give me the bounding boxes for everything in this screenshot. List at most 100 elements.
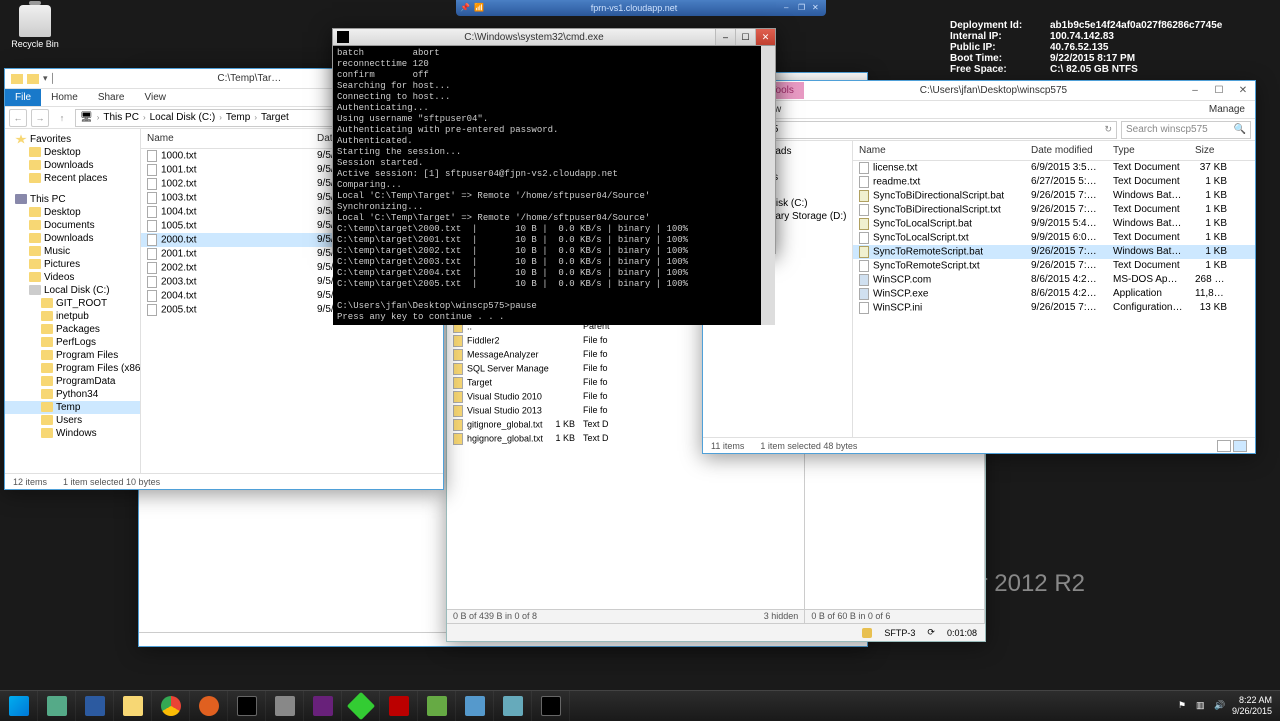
taskbar-server-manager[interactable]	[38, 691, 76, 721]
nav-item[interactable]: Python34	[5, 388, 140, 401]
list-item[interactable]: SyncToLocalScript.txt9/9/2015 6:08 PMTex…	[853, 231, 1255, 245]
rdp-connection-bar[interactable]: 📌 📶 fprn-vs1.cloudapp.net – ❐ ✕	[456, 0, 826, 16]
col-date[interactable]: Date modified	[1025, 143, 1107, 158]
taskbar[interactable]: ⚑ ▥ 🔊 8:22 AM 9/26/2015	[0, 690, 1280, 720]
nav-item[interactable]: Users	[5, 414, 140, 427]
nav-desktop[interactable]: Desktop	[5, 146, 140, 159]
scrollbar[interactable]	[761, 46, 775, 325]
search-icon[interactable]: 🔍	[1234, 124, 1246, 135]
taskbar-filezilla[interactable]	[380, 691, 418, 721]
nav-this-pc[interactable]: This PC	[5, 193, 140, 206]
nav-local-disk[interactable]: Local Disk (C:)	[5, 284, 140, 297]
restore-icon[interactable]: ❐	[798, 3, 808, 13]
tab-view[interactable]: View	[135, 89, 177, 106]
explorer-window-winscp[interactable]: Application Tools C:\Users\jfan\Desktop\…	[702, 80, 1256, 454]
taskbar-app[interactable]	[190, 691, 228, 721]
list-item[interactable]: WinSCP.ini9/26/2015 7:54 PMConfiguration…	[853, 301, 1255, 315]
breadcrumb[interactable]: Target	[261, 112, 289, 123]
taskbar-powershell[interactable]	[76, 691, 114, 721]
pin-icon[interactable]: 📌	[460, 3, 470, 13]
file-tab[interactable]: File	[5, 89, 41, 106]
minimize-button[interactable]: –	[715, 29, 735, 45]
close-button[interactable]: ✕	[755, 29, 775, 45]
nav-item[interactable]: ProgramData	[5, 375, 140, 388]
nav-item[interactable]: Windows	[5, 427, 140, 440]
nav-item[interactable]: Downloads	[5, 232, 140, 245]
nav-item[interactable]: Videos	[5, 271, 140, 284]
nav-item[interactable]: Pictures	[5, 258, 140, 271]
search-box[interactable]: Search winscp575 🔍	[1121, 121, 1251, 139]
nav-item[interactable]: Program Files	[5, 349, 140, 362]
taskbar-winscp[interactable]	[494, 691, 532, 721]
close-icon[interactable]: ✕	[812, 3, 822, 13]
list-item[interactable]: WinSCP.com8/6/2015 4:23 PMMS-DOS Applica…	[853, 273, 1255, 287]
list-item[interactable]: SyncToRemoteScript.bat9/26/2015 7:59 PMW…	[853, 245, 1255, 259]
taskbar-clock[interactable]: 8:22 AM 9/26/2015	[1232, 695, 1272, 717]
tray-flag-icon[interactable]: ⚑	[1178, 700, 1190, 712]
taskbar-cmd[interactable]	[228, 691, 266, 721]
terminal-output[interactable]: batch abort reconnecttime 120 confirm of…	[333, 46, 761, 325]
breadcrumb[interactable]: Local Disk (C:)	[150, 112, 216, 123]
nav-item[interactable]: Program Files (x86)	[5, 362, 140, 375]
ribbon: Share View Manage	[703, 101, 1255, 119]
col-type[interactable]: Type	[1107, 143, 1189, 158]
breadcrumb[interactable]: Temp	[226, 112, 250, 123]
icons-view-icon[interactable]	[1233, 440, 1247, 452]
list-item[interactable]: SyncToBiDirectionalScript.txt9/26/2015 7…	[853, 203, 1255, 217]
taskbar-explorer[interactable]	[114, 691, 152, 721]
back-button[interactable]: ←	[9, 109, 27, 127]
nav-item[interactable]: GIT_ROOT	[5, 297, 140, 310]
system-tray[interactable]: ⚑ ▥ 🔊 8:22 AM 9/26/2015	[1178, 695, 1280, 717]
refresh-icon[interactable]: ↻	[1104, 124, 1112, 135]
col-name[interactable]: Name	[141, 131, 311, 146]
list-item[interactable]: SyncToLocalScript.bat9/9/2015 5:48 PMWin…	[853, 217, 1255, 231]
nav-item[interactable]: Documents	[5, 219, 140, 232]
taskbar-app[interactable]	[418, 691, 456, 721]
nav-item[interactable]: PerfLogs	[5, 336, 140, 349]
nav-item[interactable]: Packages	[5, 323, 140, 336]
minimize-icon[interactable]: –	[784, 3, 794, 13]
minimize-button[interactable]: –	[1183, 82, 1207, 100]
taskbar-chrome[interactable]	[152, 691, 190, 721]
start-button[interactable]	[0, 691, 38, 721]
taskbar-app[interactable]	[266, 691, 304, 721]
window-title: C:\Windows\system32\cmd.exe	[353, 32, 715, 43]
tab-home[interactable]: Home	[41, 89, 88, 106]
nav-item[interactable]: inetpub	[5, 310, 140, 323]
taskbar-app[interactable]	[456, 691, 494, 721]
nav-recent[interactable]: Recent places	[5, 172, 140, 185]
up-button[interactable]: ↑	[53, 109, 71, 127]
tray-network-icon[interactable]: ▥	[1196, 700, 1208, 712]
navigation-pane[interactable]: Favorites Desktop Downloads Recent place…	[5, 129, 141, 473]
details-view-icon[interactable]	[1217, 440, 1231, 452]
list-item[interactable]: SyncToRemoteScript.txt9/26/2015 7:59 PMT…	[853, 259, 1255, 273]
recycle-bin[interactable]: Recycle Bin	[10, 5, 60, 49]
nav-favorites[interactable]: Favorites	[5, 133, 140, 146]
tab-share[interactable]: Share	[88, 89, 135, 106]
nav-downloads[interactable]: Downloads	[5, 159, 140, 172]
cmd-window[interactable]: C:\Windows\system32\cmd.exe – ☐ ✕ batch …	[332, 28, 776, 254]
forward-button[interactable]: →	[31, 109, 49, 127]
desktop-background[interactable]: Recycle Bin 📌 📶 fprn-vs1.cloudapp.net – …	[0, 0, 1280, 720]
close-button[interactable]: ✕	[1231, 82, 1255, 100]
maximize-button[interactable]: ☐	[735, 29, 755, 45]
taskbar-visual-studio[interactable]	[304, 691, 342, 721]
taskbar-cmd-running[interactable]	[532, 691, 570, 721]
list-item[interactable]: WinSCP.exe8/6/2015 4:23 PMApplication11,…	[853, 287, 1255, 301]
nav-item[interactable]: Desktop	[5, 206, 140, 219]
taskbar-app[interactable]	[342, 691, 380, 721]
list-item[interactable]: SyncToBiDirectionalScript.bat9/26/2015 7…	[853, 189, 1255, 203]
list-item[interactable]: readme.txt6/27/2015 5:21 PMText Document…	[853, 175, 1255, 189]
maximize-button[interactable]: ☐	[1207, 82, 1231, 100]
tray-sound-icon[interactable]: 🔊	[1214, 700, 1226, 712]
file-list[interactable]: Name Date modified Type Size license.txt…	[853, 141, 1255, 437]
title-bar[interactable]: Application Tools C:\Users\jfan\Desktop\…	[703, 81, 1255, 101]
nav-item[interactable]: Music	[5, 245, 140, 258]
col-name[interactable]: Name	[853, 143, 1025, 158]
nav-temp[interactable]: Temp	[5, 401, 140, 414]
list-item[interactable]: license.txt6/9/2015 3:51 PMText Document…	[853, 161, 1255, 175]
breadcrumb[interactable]: This PC	[103, 112, 139, 123]
col-size[interactable]: Size	[1189, 143, 1233, 158]
tab-manage[interactable]: Manage	[1199, 101, 1255, 118]
title-bar[interactable]: C:\Windows\system32\cmd.exe – ☐ ✕	[333, 29, 775, 46]
